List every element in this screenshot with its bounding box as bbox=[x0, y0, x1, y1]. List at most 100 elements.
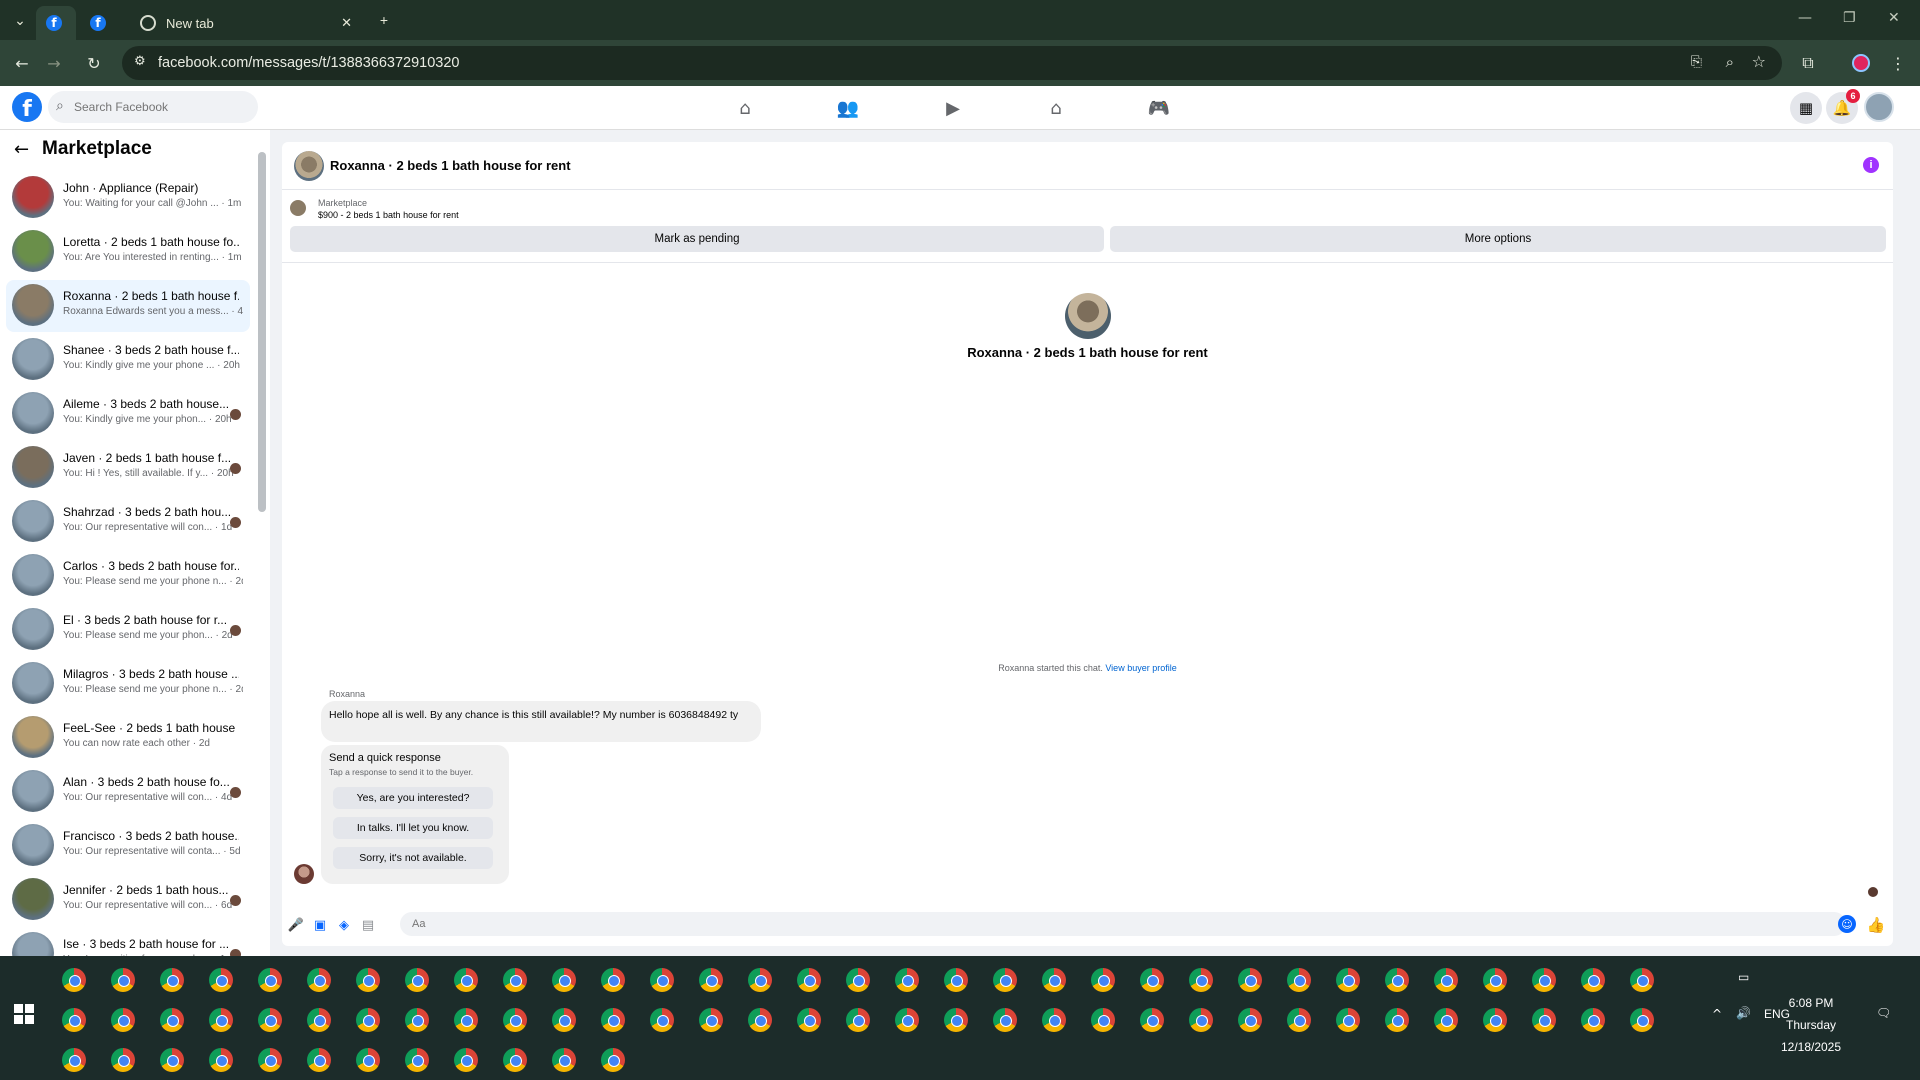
message-input[interactable] bbox=[400, 912, 1846, 936]
chrome-icon[interactable] bbox=[601, 968, 625, 992]
chrome-icon[interactable] bbox=[895, 1008, 919, 1032]
tab-new-tab[interactable]: New tab ✕ bbox=[130, 6, 362, 40]
conversation-item[interactable]: Francisco · 3 beds 2 bath house... You: O… bbox=[6, 820, 250, 872]
conversation-item[interactable]: Carlos · 3 beds 2 bath house for... You: … bbox=[6, 550, 250, 602]
chrome-icon[interactable] bbox=[1189, 1008, 1213, 1032]
chrome-icon[interactable] bbox=[699, 968, 723, 992]
conversation-item[interactable]: Loretta · 2 beds 1 bath house fo... You: … bbox=[6, 226, 250, 278]
chrome-icon[interactable] bbox=[1385, 1008, 1409, 1032]
conversation-item[interactable]: Jennifer · 2 beds 1 bath hous... You: Our… bbox=[6, 874, 250, 926]
chrome-icon[interactable] bbox=[1238, 1008, 1262, 1032]
chrome-icon[interactable] bbox=[1336, 968, 1360, 992]
listing-price[interactable]: $900 - 2 beds 1 bath house for rent bbox=[318, 210, 459, 220]
chrome-icon[interactable] bbox=[1483, 1008, 1507, 1032]
listing-thumbnail[interactable] bbox=[290, 200, 306, 216]
chrome-icon[interactable] bbox=[748, 1008, 772, 1032]
chrome-icon[interactable] bbox=[258, 1048, 282, 1072]
chrome-icon[interactable] bbox=[993, 968, 1017, 992]
conversation-item[interactable]: Shahrzad · 3 beds 2 bath hou... You: Our … bbox=[6, 496, 250, 548]
close-window-icon[interactable]: ✕ bbox=[1888, 10, 1900, 26]
forward-icon[interactable]: → bbox=[44, 53, 64, 73]
bookmark-star-icon[interactable]: ☆ bbox=[1752, 52, 1766, 71]
gaming-icon[interactable]: 🎮 bbox=[1147, 96, 1171, 120]
conversation-item[interactable]: El · 3 beds 2 bath house for r... You: Pl… bbox=[6, 604, 250, 656]
buyer-avatar[interactable] bbox=[294, 864, 314, 884]
tray-clock[interactable]: 6:08 PM Thursday 12/18/2025 bbox=[1774, 992, 1848, 1058]
minimize-icon[interactable]: — bbox=[1798, 10, 1812, 26]
chrome-icon[interactable] bbox=[650, 1008, 674, 1032]
address-bar[interactable]: ⚙ facebook.com/messages/t/13883663729103… bbox=[122, 46, 1782, 80]
gif-icon[interactable]: ▤ bbox=[360, 917, 376, 933]
chrome-icon[interactable] bbox=[1238, 968, 1262, 992]
chrome-icon[interactable] bbox=[307, 1008, 331, 1032]
chrome-icon[interactable] bbox=[601, 1048, 625, 1072]
chrome-icon[interactable] bbox=[258, 1008, 282, 1032]
restore-icon[interactable]: ❐ bbox=[1843, 10, 1856, 26]
chrome-icon[interactable] bbox=[1581, 1008, 1605, 1032]
friends-icon[interactable]: 👥 bbox=[836, 96, 860, 120]
chrome-icon[interactable] bbox=[1434, 1008, 1458, 1032]
chrome-icon[interactable] bbox=[503, 1008, 527, 1032]
menu-grid-icon[interactable]: ▦ bbox=[1790, 92, 1822, 124]
back-arrow-icon[interactable]: ← bbox=[14, 139, 29, 160]
account-avatar[interactable] bbox=[1864, 92, 1894, 122]
profile-icon[interactable] bbox=[1852, 54, 1870, 72]
extensions-icon[interactable]: ⧉ bbox=[1798, 53, 1818, 73]
chrome-icon[interactable] bbox=[650, 968, 674, 992]
quick-reply-interested[interactable]: Yes, are you interested? bbox=[333, 787, 493, 809]
chat-title[interactable]: Roxanna · 2 beds 1 bath house for rent bbox=[330, 158, 571, 173]
back-icon[interactable]: ← bbox=[12, 53, 32, 73]
chrome-icon[interactable] bbox=[1483, 968, 1507, 992]
chrome-icon[interactable] bbox=[1091, 1008, 1115, 1032]
new-tab-button[interactable]: + bbox=[374, 8, 394, 32]
chrome-icon[interactable] bbox=[846, 1008, 870, 1032]
facebook-search[interactable]: ⌕ bbox=[48, 91, 258, 123]
chrome-icon[interactable] bbox=[1287, 968, 1311, 992]
emoji-icon[interactable]: ☺ bbox=[1838, 915, 1856, 933]
chrome-icon[interactable] bbox=[1581, 968, 1605, 992]
more-options-button[interactable]: More options bbox=[1110, 226, 1886, 252]
tab-facebook-1[interactable]: f bbox=[36, 6, 76, 40]
tray-expand-icon[interactable]: ^ bbox=[1712, 1007, 1722, 1021]
chrome-icon[interactable] bbox=[846, 968, 870, 992]
chrome-icon[interactable] bbox=[503, 968, 527, 992]
chrome-icon[interactable] bbox=[405, 968, 429, 992]
chat-avatar[interactable] bbox=[294, 151, 324, 181]
reload-icon[interactable]: ↻ bbox=[84, 53, 104, 73]
windows-start-icon[interactable] bbox=[14, 1004, 34, 1024]
install-app-icon[interactable]: ⎘ bbox=[1691, 54, 1702, 70]
close-tab-icon[interactable]: ✕ bbox=[341, 15, 352, 31]
chrome-icon[interactable] bbox=[1091, 968, 1115, 992]
like-thumb-icon[interactable]: 👍 bbox=[1867, 916, 1886, 934]
conversation-item[interactable]: John · Appliance (Repair) You: Waiting fo… bbox=[6, 172, 250, 224]
chrome-icon[interactable] bbox=[356, 968, 380, 992]
zoom-icon[interactable]: ⌕ bbox=[1726, 53, 1734, 71]
menu-kebab-icon[interactable]: ⋮ bbox=[1888, 53, 1908, 73]
chrome-icon[interactable] bbox=[62, 1008, 86, 1032]
chrome-icon[interactable] bbox=[1630, 968, 1654, 992]
chrome-icon[interactable] bbox=[552, 1048, 576, 1072]
chrome-icon[interactable] bbox=[111, 968, 135, 992]
chrome-icon[interactable] bbox=[1287, 1008, 1311, 1032]
chrome-icon[interactable] bbox=[356, 1048, 380, 1072]
facebook-logo-icon[interactable]: f bbox=[12, 92, 42, 122]
chrome-icon[interactable] bbox=[552, 968, 576, 992]
search-input[interactable] bbox=[74, 91, 244, 123]
chrome-icon[interactable] bbox=[356, 1008, 380, 1032]
chrome-icon[interactable] bbox=[209, 1008, 233, 1032]
chrome-icon[interactable] bbox=[111, 1048, 135, 1072]
chrome-icon[interactable] bbox=[454, 968, 478, 992]
chrome-icon[interactable] bbox=[111, 1008, 135, 1032]
listing-avatar[interactable] bbox=[1065, 293, 1111, 339]
marketplace-icon[interactable]: ⌂ bbox=[1044, 96, 1068, 120]
home-icon[interactable]: ⌂ bbox=[733, 96, 757, 120]
conversation-item[interactable]: Aileme · 3 beds 2 bath house... You: Kind… bbox=[6, 388, 250, 440]
chrome-icon[interactable] bbox=[1140, 1008, 1164, 1032]
quick-reply-not-available[interactable]: Sorry, it's not available. bbox=[333, 847, 493, 869]
chrome-icon[interactable] bbox=[307, 968, 331, 992]
conversation-item[interactable]: Alan · 3 beds 2 bath house fo... You: Our… bbox=[6, 766, 250, 818]
conversation-item[interactable]: Roxanna · 2 beds 1 bath house f... Roxann… bbox=[6, 280, 250, 332]
chrome-icon[interactable] bbox=[1532, 1008, 1556, 1032]
chrome-icon[interactable] bbox=[62, 1048, 86, 1072]
chrome-icon[interactable] bbox=[1385, 968, 1409, 992]
